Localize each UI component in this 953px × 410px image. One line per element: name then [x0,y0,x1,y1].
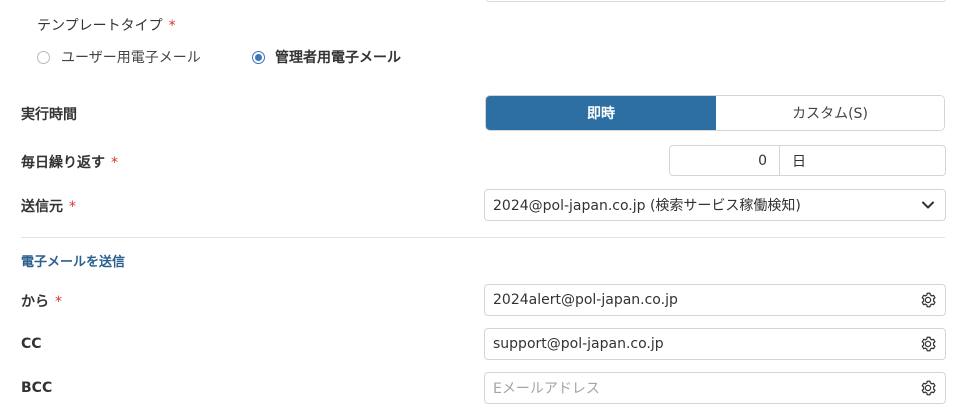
from-label: から * [21,294,62,310]
previous-field-edge [486,0,946,2]
execution-time-toggle: 即時 カスタム(S) [485,95,945,131]
radio-admin-email[interactable] [252,51,265,64]
custom-button[interactable]: カスタム(S) [716,96,944,130]
repeat-unit-addon: 日 [792,153,806,170]
cc-label: CC [21,336,42,352]
required-mark: * [55,294,62,310]
radio-admin-email-label[interactable]: 管理者用電子メール [275,47,401,67]
repeat-daily-label: 毎日繰り返す * [21,155,118,171]
sender-select[interactable]: 2024@pol-japan.co.jp (検索サービス稼働検知) [484,189,946,221]
bcc-label: BCC [21,380,53,396]
bcc-placeholder: Eメールアドレス [493,381,600,397]
radio-user-email-label[interactable]: ユーザー用電子メール [61,47,201,67]
required-mark: * [111,155,118,171]
gear-icon[interactable] [919,379,937,397]
chevron-down-icon [919,196,937,214]
bcc-input[interactable]: Eメールアドレス [484,372,946,404]
template-type-label: テンプレートタイプ * [37,18,176,34]
repeat-daily-group: 0 日 [669,145,946,176]
required-mark: * [69,199,76,215]
gear-icon[interactable] [919,291,937,309]
repeat-days-input[interactable]: 0 [670,146,780,175]
sender-label: 送信元 * [21,199,76,215]
radio-user-email[interactable] [37,51,50,64]
section-divider [21,237,945,238]
cc-input[interactable]: support@pol-japan.co.jp [484,328,946,360]
execution-time-label: 実行時間 [21,107,77,123]
send-email-section-title: 電子メールを送信 [21,255,126,270]
required-mark: * [168,18,176,34]
gear-icon[interactable] [919,335,937,353]
from-input[interactable]: 2024alert@pol-japan.co.jp [484,284,946,316]
immediate-button[interactable]: 即時 [486,96,716,130]
